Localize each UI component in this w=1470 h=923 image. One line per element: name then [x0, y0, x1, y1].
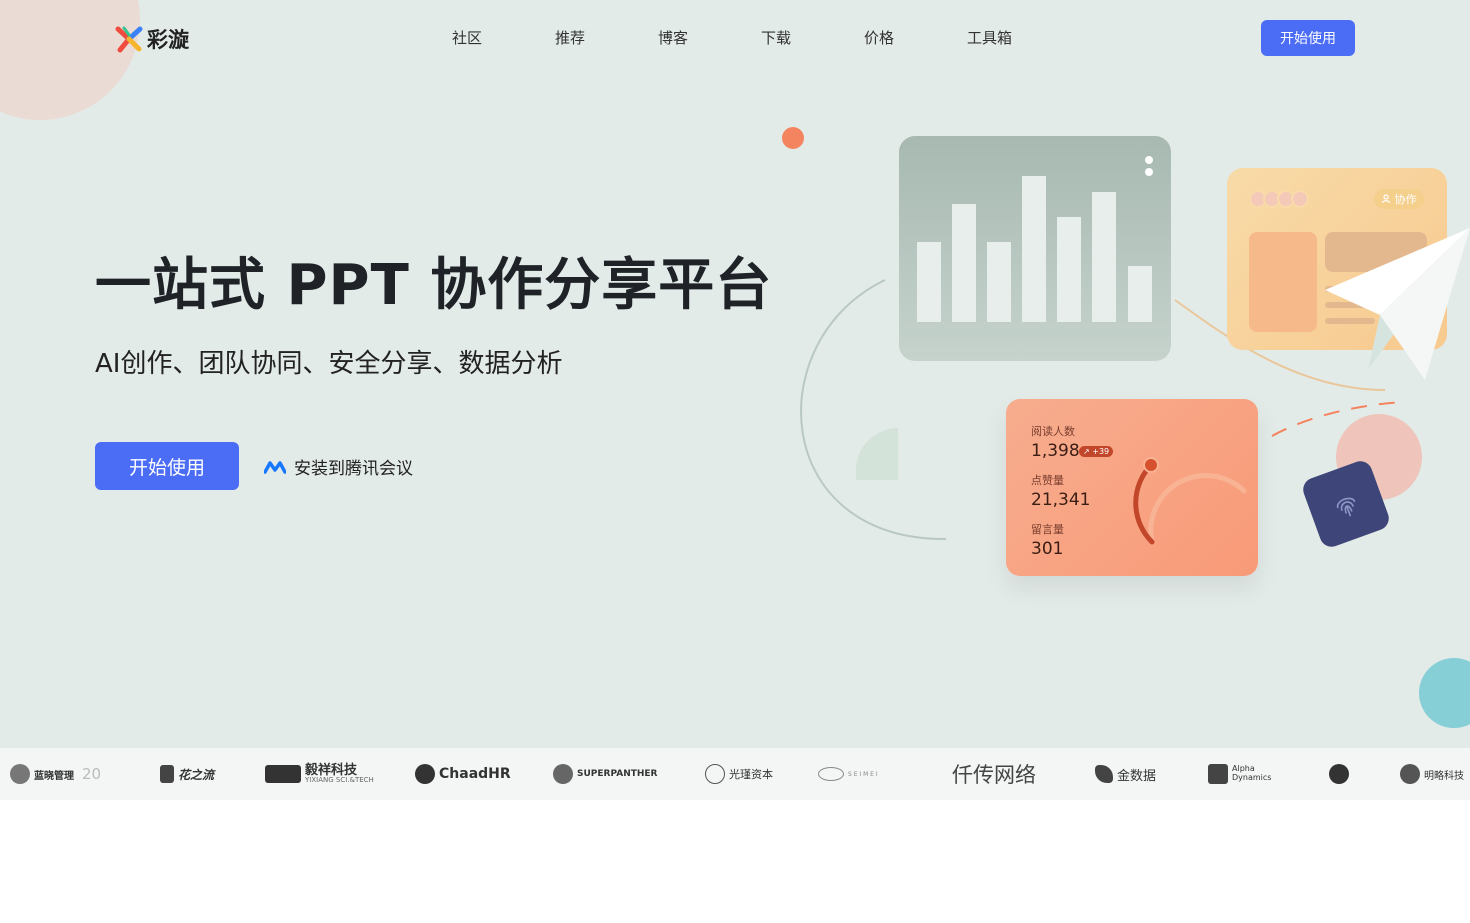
partner-leaf-icon — [1095, 765, 1113, 783]
partner-ml-icon — [1400, 764, 1420, 784]
brand-name: 彩漩 — [147, 28, 189, 52]
partner-logo: 花之流 — [160, 748, 214, 800]
decorative-circle — [1419, 658, 1470, 728]
readers-value: 1,398 — [1031, 441, 1080, 461]
tencent-meeting-icon — [264, 460, 286, 474]
nav-item-pricing[interactable]: 价格 — [864, 27, 967, 48]
nav-item-recommend[interactable]: 推荐 — [555, 27, 658, 48]
partner-yx-icon — [265, 765, 301, 783]
nav-item-download[interactable]: 下载 — [761, 27, 864, 48]
partner-p-icon — [1329, 764, 1349, 784]
stats-card: 阅读人数 1,398 ↗ +39 点赞量 21,341 留言量 301 — [1006, 399, 1258, 576]
user-add-icon — [1381, 194, 1390, 204]
likes-label: 点赞量 — [1031, 474, 1064, 487]
header-start-button[interactable]: 开始使用 — [1261, 20, 1355, 56]
fingerprint-icon — [1336, 497, 1356, 517]
readers-delta-badge: ↗ +39 — [1079, 446, 1114, 457]
comments-label: 留言量 — [1031, 523, 1064, 536]
partner-logo: SUPERPANTHER — [553, 748, 657, 800]
partner-logo: S E I M E I — [818, 748, 878, 800]
partner-logo: ChaadHR — [415, 748, 511, 800]
partner-flame-icon — [160, 765, 174, 783]
partner-logo: 光瑾资本 — [705, 748, 773, 800]
nav-item-community[interactable]: 社区 — [452, 27, 555, 48]
more-icon — [1145, 156, 1153, 180]
hero-section: 彩漩 社区 推荐 博客 下载 价格 工具箱 开始使用 一站式 PPT 协作分享平… — [0, 0, 1470, 748]
partner-logo — [1329, 748, 1353, 800]
hero-subtitle: AI创作、团队协同、安全分享、数据分析 — [95, 349, 563, 379]
install-link-label: 安装到腾讯会议 — [294, 459, 413, 479]
brand-mark-icon — [115, 26, 143, 53]
likes-value: 21,341 — [1031, 490, 1091, 510]
partner-logo: 金数据 — [1095, 748, 1156, 800]
partner-panther-icon — [553, 764, 573, 784]
nav-item-blog[interactable]: 博客 — [658, 27, 761, 48]
brand-logo[interactable]: 彩漩 — [115, 24, 189, 54]
partner-emblem-icon — [10, 764, 30, 784]
partner-logo: Alpha Dynamics — [1208, 748, 1282, 800]
avatar — [1291, 190, 1309, 208]
partner-g-icon — [705, 764, 725, 784]
collab-badge: 协作 — [1374, 189, 1424, 209]
bar-chart-bars — [917, 176, 1152, 322]
hero-start-button[interactable]: 开始使用 — [95, 442, 239, 490]
partner-logo: 蓝晓管理 20 — [10, 748, 101, 800]
partner-logo: 毅祥科技 YIXIANG SCI.&TECH — [265, 748, 374, 800]
gauge-chart — [1133, 457, 1247, 545]
partner-ring-icon — [818, 767, 844, 781]
install-tencent-meeting-link[interactable]: 安装到腾讯会议 — [264, 454, 413, 479]
avatar-group — [1249, 190, 1309, 208]
main-nav: 社区 推荐 博客 下载 价格 工具箱 — [452, 27, 1070, 48]
readers-label: 阅读人数 — [1031, 425, 1075, 438]
partner-logo: 仟传网络 — [952, 763, 1036, 787]
nav-item-toolbox[interactable]: 工具箱 — [967, 27, 1070, 48]
content-block — [1249, 232, 1317, 332]
paper-plane-icon — [1325, 228, 1470, 380]
partner-logo: 明略科技 — [1400, 748, 1464, 800]
partner-cube-icon — [1208, 764, 1228, 784]
comments-value: 301 — [1031, 539, 1064, 559]
collab-badge-label: 协作 — [1394, 193, 1417, 206]
partner-c-icon — [415, 764, 435, 784]
decorative-circle — [0, 0, 140, 120]
decorative-leaf — [856, 428, 898, 480]
decorative-dot — [782, 127, 804, 149]
partner-logos-strip: 蓝晓管理 20 花之流 毅祥科技 YIXIANG SCI.&TECH Chaad… — [0, 748, 1470, 800]
bar-chart-illustration — [899, 136, 1171, 361]
hero-title: 一站式 PPT 协作分享平台 — [95, 253, 773, 318]
